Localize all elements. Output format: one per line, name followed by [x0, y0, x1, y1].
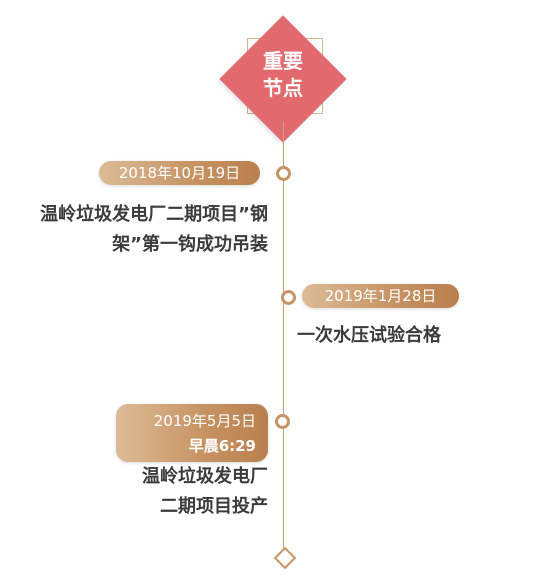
event-2-title-line1: 一次水压试验合格 — [297, 325, 441, 346]
event-2-node — [281, 290, 296, 305]
event-1-title-line2: 架”第一钩成功吊装 — [112, 234, 268, 255]
event-3-date: 2019年5月5日 — [153, 412, 256, 430]
event-3-title-line1: 温岭垃圾发电厂 — [142, 466, 268, 487]
event-3-title: 温岭垃圾发电厂 二期项目投产 — [60, 462, 268, 522]
event-1-title-line1: 温岭垃圾发电厂二期项目”钢 — [40, 204, 268, 225]
header-title-line2: 节点 — [263, 76, 303, 100]
event-3-time: 早晨6:29 — [188, 437, 256, 455]
event-1-date: 2018年10月19日 — [118, 164, 241, 182]
event-1-date-pill: 2018年10月19日 — [99, 161, 260, 185]
timeline-end-marker — [273, 546, 297, 570]
event-3-date-pill: 2019年5月5日 早晨6:29 — [116, 404, 268, 462]
timeline-line — [283, 122, 284, 550]
event-3-title-line2: 二期项目投产 — [160, 496, 268, 517]
event-2-date: 2019年1月28日 — [324, 287, 437, 305]
event-1-node — [276, 166, 291, 181]
event-2-title: 一次水压试验合格 — [297, 321, 441, 351]
header-title-line1: 重要 — [263, 49, 303, 73]
event-3-node — [275, 414, 290, 429]
header-title: 重要 节点 — [238, 48, 328, 102]
event-2-date-pill: 2019年1月28日 — [302, 284, 459, 308]
event-1-title: 温岭垃圾发电厂二期项目”钢 架”第一钩成功吊装 — [10, 200, 268, 260]
